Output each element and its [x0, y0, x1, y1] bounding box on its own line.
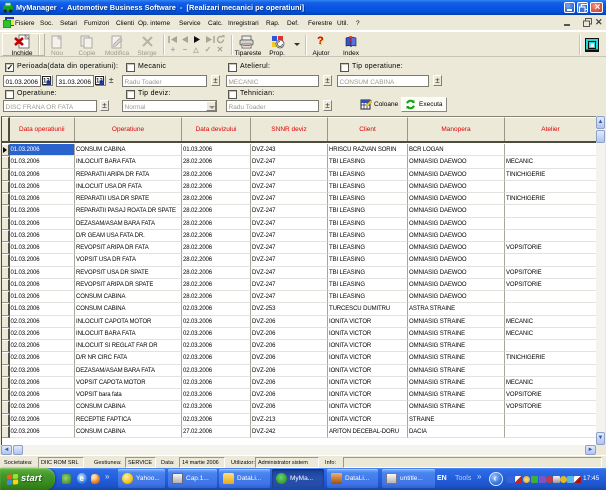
svg-text:13: 13 — [43, 79, 50, 85]
svg-text:13: 13 — [96, 79, 103, 85]
svg-text:?: ? — [349, 36, 353, 43]
